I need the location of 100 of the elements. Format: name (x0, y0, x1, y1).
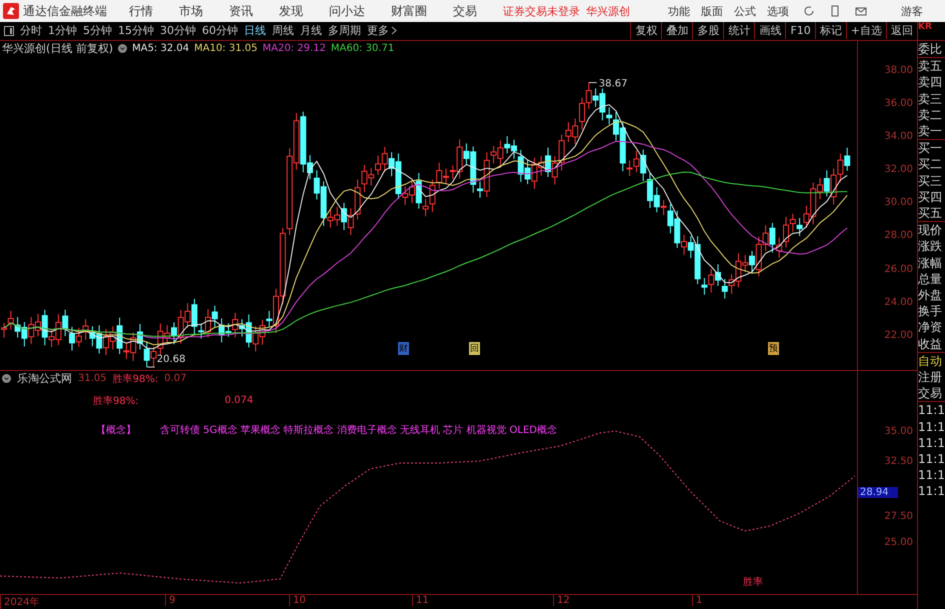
axis-tick-label: 22.00 (884, 330, 913, 341)
date-axis-label: 12 (553, 595, 570, 606)
toolbar-button[interactable]: F10 (785, 22, 815, 40)
quote-label: 自动 (918, 352, 943, 370)
trade-time: 11:1 (918, 418, 945, 435)
axis-tick-label: 32.50 (884, 456, 913, 467)
event-marker[interactable]: 财 (398, 342, 409, 355)
logo-text: KR (918, 22, 945, 41)
period-tab[interactable]: 5分钟 (83, 23, 112, 38)
panel-toggle-icon[interactable] (4, 26, 14, 36)
menu-item[interactable]: 功能 (668, 4, 690, 18)
date-axis-label: 1 (692, 595, 702, 606)
mail-icon[interactable] (855, 5, 867, 17)
toolbar-button[interactable]: 多股 (692, 22, 724, 40)
menu-item[interactable]: 行情 (129, 2, 153, 20)
toolbar-button[interactable]: 统计 (723, 22, 754, 40)
low-price-label: 20.68 (146, 354, 186, 368)
menu-item[interactable]: 选项 (767, 4, 789, 18)
login-status[interactable]: 证券交易未登录 (503, 4, 580, 18)
period-tab[interactable]: 月线 (300, 23, 322, 38)
indicator-value: 0.07 (164, 373, 187, 384)
period-tab[interactable]: 15分钟 (118, 23, 154, 38)
chevron-right-icon[interactable] (391, 26, 397, 36)
quote-label: 卖三 (918, 90, 943, 107)
period-tab[interactable]: 日线 (244, 23, 266, 38)
axis-tick-label: 32.00 (884, 164, 913, 176)
event-marker[interactable]: 预 (768, 342, 779, 355)
quote-label: 买二 (918, 156, 943, 173)
menu-item[interactable]: 市场 (179, 2, 203, 20)
high-price-label: 38.67 (588, 78, 628, 90)
axis-tick-label: 26.00 (884, 264, 913, 275)
menu-item[interactable]: 财富圈 (391, 2, 427, 20)
menu-item[interactable]: 公式 (734, 4, 756, 18)
toolbar-button[interactable]: 返回 (886, 22, 917, 40)
toolbar-button[interactable]: 画线 (754, 22, 786, 40)
period-tab[interactable]: 分时 (20, 23, 42, 38)
quote-label: 买一 (918, 140, 943, 156)
menu-item[interactable]: 发现 (279, 2, 303, 20)
menu-item[interactable]: 交易 (453, 2, 477, 20)
moving-average-value: MA5: 32.04 (132, 43, 190, 54)
quote-label: 买三 (918, 172, 943, 189)
toolbar-button[interactable]: 标记 (814, 22, 846, 40)
quote-label: 卖一 (918, 123, 943, 140)
indicator-value: 31.05 (78, 373, 107, 384)
indicator-value: 0.074 (224, 395, 254, 406)
concept-label: 【概念】 (96, 424, 136, 437)
axis-tick-label: 27.50 (884, 510, 913, 522)
period-tab[interactable]: 60分钟 (202, 23, 238, 38)
refresh-icon[interactable] (803, 5, 815, 17)
indicator-label: 胜率98%: (93, 394, 139, 408)
quote-label: 涨跌 (918, 238, 943, 255)
axis-tick-label: 24.00 (884, 296, 913, 308)
app-title: 通达信金融终端 (23, 2, 107, 20)
period-tab[interactable]: 周线 (272, 23, 294, 38)
toolbar-button[interactable]: 叠加 (661, 22, 692, 40)
toolbar-button[interactable]: 复权 (630, 22, 662, 40)
quote-label: 卖四 (918, 74, 943, 91)
moving-average-value: MA20: 29.12 (262, 43, 326, 54)
trade-time: 11:1 (918, 467, 945, 484)
toolbar-button[interactable]: +自选 (846, 22, 886, 40)
chevron-down-icon[interactable] (118, 44, 128, 54)
indicator-value: 胜率98%: (112, 372, 158, 386)
chart-title: 华兴源创(日线 前复权) (2, 41, 114, 56)
quote-label: 注册 (918, 369, 943, 386)
moving-average-value: MA60: 30.71 (330, 43, 394, 54)
menu-item[interactable]: 版面 (701, 4, 723, 18)
menu-item[interactable]: 问小达 (329, 2, 365, 20)
quote-label: 买四 (918, 188, 943, 206)
quote-label: 总量 (918, 270, 943, 288)
user-label[interactable]: 游客 (901, 4, 923, 18)
quote-label: 委比 (918, 41, 943, 58)
period-tab[interactable]: 更多 (367, 23, 389, 38)
stock-name: 华兴源创 (586, 4, 630, 18)
trade-time: 11:1 (918, 483, 945, 500)
axis-tick-label: 25.00 (884, 536, 913, 548)
period-tab[interactable]: 30分钟 (160, 23, 196, 38)
quote-label: 外盘 (918, 287, 943, 304)
chevron-down-icon[interactable] (2, 374, 11, 384)
concept-list: 含可转债 5G概念 苹果概念 特斯拉概念 消费电子概念 无线耳机 芯片 机器视觉 OLED概念 (160, 422, 558, 437)
axis-tick-label: 36.00 (884, 98, 913, 110)
quote-label: 卖五 (918, 58, 943, 74)
menu-item[interactable]: 资讯 (229, 2, 253, 20)
quote-label: 涨幅 (918, 254, 943, 271)
current-value-label: 28.94 (858, 486, 898, 498)
moving-average-value: MA10: 31.05 (194, 43, 258, 54)
event-marker[interactable]: 回 (469, 342, 480, 355)
trade-time: 11:1 (918, 402, 945, 419)
axis-tick-label: 30.00 (884, 197, 913, 208)
indicator-title: 乐淘公式网 (17, 371, 72, 386)
quote-label: 换手 (918, 303, 943, 320)
trade-time: 11:1 (918, 451, 945, 468)
date-axis-label: 9 (165, 595, 176, 606)
axis-tick-label: 35.00 (884, 426, 913, 437)
period-tab[interactable]: 1分钟 (48, 23, 77, 38)
period-tab[interactable]: 多周期 (328, 23, 361, 38)
axis-tick-label: 34.00 (884, 131, 913, 142)
axis-tick-label: 28.00 (884, 230, 913, 242)
date-axis-label: 2024年 (0, 595, 40, 609)
app-logo-icon (3, 3, 19, 19)
phone-icon[interactable] (829, 5, 841, 17)
